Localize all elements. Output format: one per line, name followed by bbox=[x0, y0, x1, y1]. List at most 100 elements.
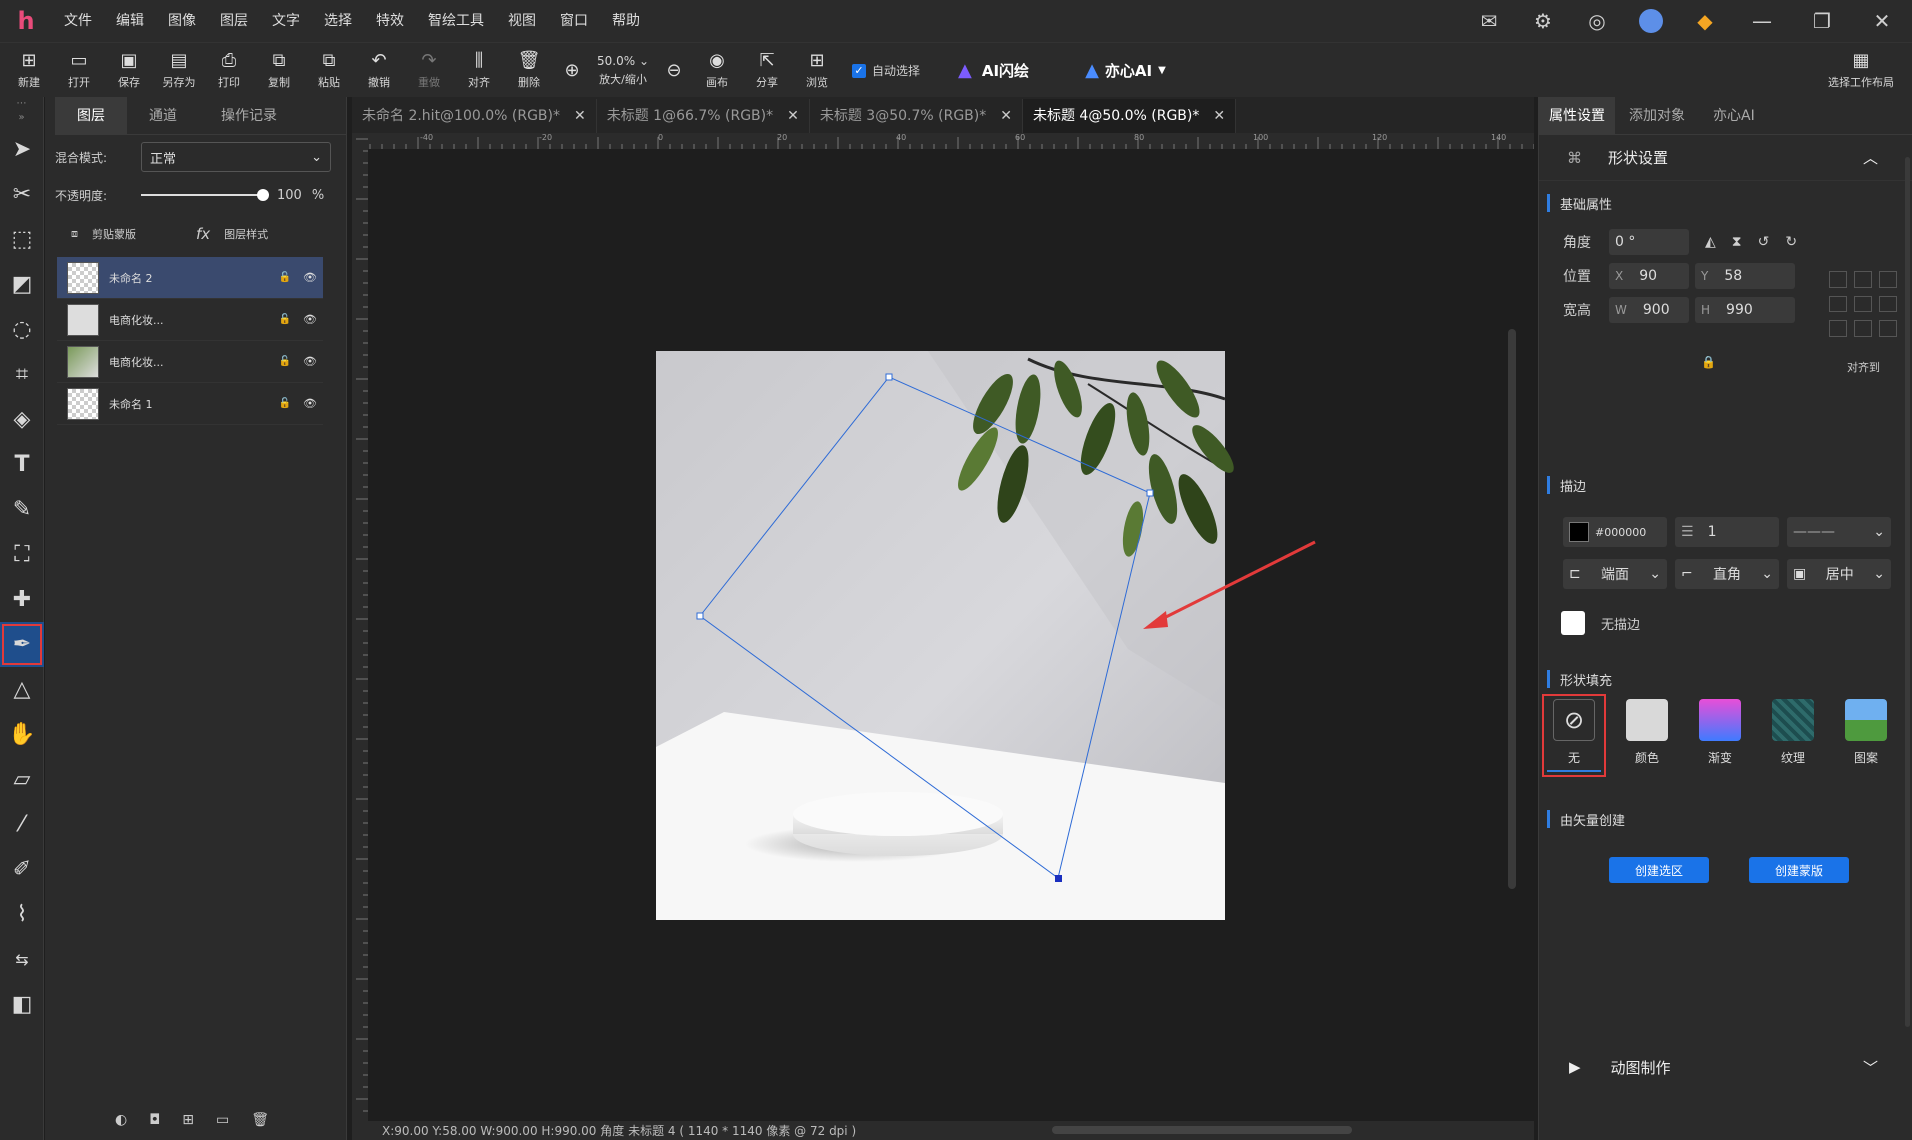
add-mask-icon[interactable]: ◘ bbox=[149, 1112, 160, 1128]
fill-color-option[interactable]: 颜色 bbox=[1620, 699, 1674, 772]
color-swatch-icon[interactable]: ◧ bbox=[0, 982, 44, 1027]
browse-button[interactable]: ⊞ 浏览 bbox=[792, 43, 842, 98]
x-field[interactable]: X 90 bbox=[1609, 263, 1689, 289]
layer-item[interactable]: 电商化妆... 🔓 👁 bbox=[57, 341, 323, 383]
layer-style-button[interactable]: fx 图层样式 bbox=[196, 225, 268, 243]
doc-tab-active[interactable]: 未标题 4@50.0% (RGB)* ✕ bbox=[1022, 99, 1237, 133]
document-image[interactable] bbox=[656, 351, 1240, 920]
tab-history[interactable]: 操作记录 bbox=[199, 97, 299, 135]
vip-gem-icon[interactable]: ◆ bbox=[1678, 0, 1732, 42]
paste-button[interactable]: ⧉ 粘贴 bbox=[304, 43, 354, 98]
lock-icon[interactable]: 🔓 bbox=[279, 356, 291, 367]
new-layer-icon[interactable]: ⊞ bbox=[182, 1112, 194, 1128]
align-to-grid[interactable] bbox=[1829, 271, 1899, 337]
pen-tool-icon[interactable]: ✒ bbox=[0, 622, 44, 667]
blend-mode-select[interactable]: 正常 ⌄ bbox=[141, 142, 331, 172]
undo-button[interactable]: ↶ 撤销 bbox=[354, 43, 404, 98]
height-field[interactable]: H 990 bbox=[1695, 297, 1795, 323]
redo-button[interactable]: ↷ 重做 bbox=[404, 43, 454, 98]
create-selection-button[interactable]: 创建选区 bbox=[1609, 857, 1709, 883]
tab-channels[interactable]: 通道 bbox=[127, 97, 199, 135]
eye-icon[interactable]: 👁 bbox=[303, 271, 317, 284]
menu-edit[interactable]: 编辑 bbox=[104, 0, 156, 42]
canvas-button[interactable]: ◉ 画布 bbox=[692, 43, 742, 98]
new-button[interactable]: ⊞ 新建 bbox=[4, 43, 54, 98]
path-anchor[interactable] bbox=[885, 373, 893, 381]
path-anchor-active[interactable] bbox=[1055, 875, 1062, 882]
menu-select[interactable]: 选择 bbox=[312, 0, 364, 42]
eye-icon[interactable]: 👁 bbox=[303, 397, 317, 410]
text-tool-icon[interactable]: T bbox=[0, 442, 44, 487]
mail-icon[interactable]: ✉ bbox=[1462, 0, 1516, 42]
opacity-slider[interactable] bbox=[141, 187, 269, 203]
print-button[interactable]: ⎙ 打印 bbox=[204, 43, 254, 98]
close-tab-icon[interactable]: ✕ bbox=[1213, 99, 1225, 133]
lasso-tool-icon[interactable]: ◌ bbox=[0, 307, 44, 352]
path-anchor[interactable] bbox=[696, 612, 704, 620]
eraser-tool-icon[interactable]: ✐ bbox=[0, 847, 44, 892]
flip-horizontal-icon[interactable]: ◭ bbox=[1705, 234, 1716, 250]
lock-ratio-icon[interactable]: 🔒 bbox=[1701, 355, 1716, 369]
align-button[interactable]: ⫼ 对齐 bbox=[454, 43, 504, 98]
shape-tool-icon[interactable]: △ bbox=[0, 667, 44, 712]
no-stroke-row[interactable]: 无描边 bbox=[1561, 611, 1640, 635]
doc-tab[interactable]: 未命名 2.hit@100.0% (RGB)* ✕ bbox=[352, 99, 597, 133]
tab-add-object[interactable]: 添加对象 bbox=[1615, 97, 1699, 135]
clone-stamp-tool-icon[interactable]: ⛶ bbox=[0, 532, 44, 577]
tab-yixin-ai[interactable]: 亦心AI bbox=[1699, 97, 1769, 135]
delete-layer-icon[interactable]: 🗑 bbox=[251, 1112, 269, 1128]
lock-icon[interactable]: 🔓 bbox=[279, 272, 291, 283]
horizontal-scrollbar[interactable] bbox=[1052, 1126, 1352, 1134]
shape-settings-header[interactable]: ⌘ 形状设置 ︿ bbox=[1539, 135, 1912, 181]
avatar[interactable] bbox=[1624, 0, 1678, 42]
opacity-value[interactable]: 100 bbox=[277, 188, 302, 203]
crop-tool-icon[interactable]: ⌗ bbox=[0, 352, 44, 397]
panel-scrollbar[interactable] bbox=[1905, 157, 1910, 1027]
fill-texture-option[interactable]: 纹理 bbox=[1766, 699, 1820, 772]
layer-item[interactable]: 电商化妆... 🔓 👁 bbox=[57, 299, 323, 341]
doc-tab[interactable]: 未标题 3@50.7% (RGB)* ✕ bbox=[810, 99, 1023, 133]
zoom-in-button[interactable]: ⊕ bbox=[554, 43, 590, 98]
lock-icon[interactable]: 🔓 bbox=[279, 398, 291, 409]
tab-properties[interactable]: 属性设置 bbox=[1539, 97, 1615, 135]
animation-section-header[interactable]: ▶ 动图制作 ﹀ bbox=[1539, 1047, 1912, 1087]
save-as-button[interactable]: ▤ 另存为 bbox=[154, 43, 204, 98]
close-icon[interactable]: ✕ bbox=[1852, 0, 1912, 42]
menu-help[interactable]: 帮助 bbox=[600, 0, 652, 42]
eyedropper-tool-icon[interactable]: ⌇ bbox=[0, 892, 44, 937]
layer-item[interactable]: 未命名 2 🔓 👁 bbox=[57, 257, 323, 299]
fill-pattern-option[interactable]: 图案 bbox=[1839, 699, 1893, 772]
menu-image[interactable]: 图像 bbox=[156, 0, 208, 42]
delete-button[interactable]: 🗑 删除 bbox=[504, 43, 554, 98]
opacity-slider-handle[interactable] bbox=[257, 189, 269, 201]
layer-item[interactable]: 未命名 1 🔓 👁 bbox=[57, 383, 323, 425]
flip-vertical-icon[interactable]: ⧗ bbox=[1732, 234, 1742, 250]
transform-tool-icon[interactable]: ▱ bbox=[0, 757, 44, 802]
workspace-layout-button[interactable]: ▦ 选择工作布局 bbox=[1816, 43, 1906, 98]
cut-tool-icon[interactable]: ✂ bbox=[0, 172, 44, 217]
smart-select-tool-icon[interactable]: ◩ bbox=[0, 262, 44, 307]
restore-icon[interactable]: ❐ bbox=[1792, 0, 1852, 42]
fill-none-option[interactable]: ⊘ 无 bbox=[1542, 694, 1606, 777]
open-button[interactable]: ▭ 打开 bbox=[54, 43, 104, 98]
menu-text[interactable]: 文字 bbox=[260, 0, 312, 42]
settings-icon[interactable]: ⚙ bbox=[1516, 0, 1570, 42]
brush-tool-icon[interactable]: ✎ bbox=[0, 487, 44, 532]
canvas-svg[interactable] bbox=[368, 149, 1518, 1121]
width-field[interactable]: W 900 bbox=[1609, 297, 1689, 323]
chevron-up-icon[interactable]: ︿ bbox=[1863, 147, 1878, 168]
menu-view[interactable]: 视图 bbox=[496, 0, 548, 42]
marquee-tool-icon[interactable]: ⬚ bbox=[0, 217, 44, 262]
rotate-right-icon[interactable]: ↻ bbox=[1785, 234, 1797, 250]
clip-mask-button[interactable]: ⧈ 剪贴蒙版 bbox=[71, 226, 136, 242]
path-anchor[interactable] bbox=[1146, 489, 1154, 497]
close-tab-icon[interactable]: ✕ bbox=[574, 99, 586, 133]
ai-flash-button[interactable]: ▲ AI闪绘 bbox=[958, 43, 1029, 98]
menu-effects[interactable]: 特效 bbox=[364, 0, 416, 42]
stroke-style-select[interactable]: ——— ⌄ bbox=[1787, 517, 1891, 547]
dropper-brush-tool-icon[interactable]: ⁄ bbox=[0, 802, 44, 847]
copy-button[interactable]: ⧉ 复制 bbox=[254, 43, 304, 98]
eye-icon[interactable]: 👁 bbox=[303, 313, 317, 326]
menu-layer[interactable]: 图层 bbox=[208, 0, 260, 42]
swap-colors-icon[interactable]: ⇆ bbox=[0, 937, 44, 982]
